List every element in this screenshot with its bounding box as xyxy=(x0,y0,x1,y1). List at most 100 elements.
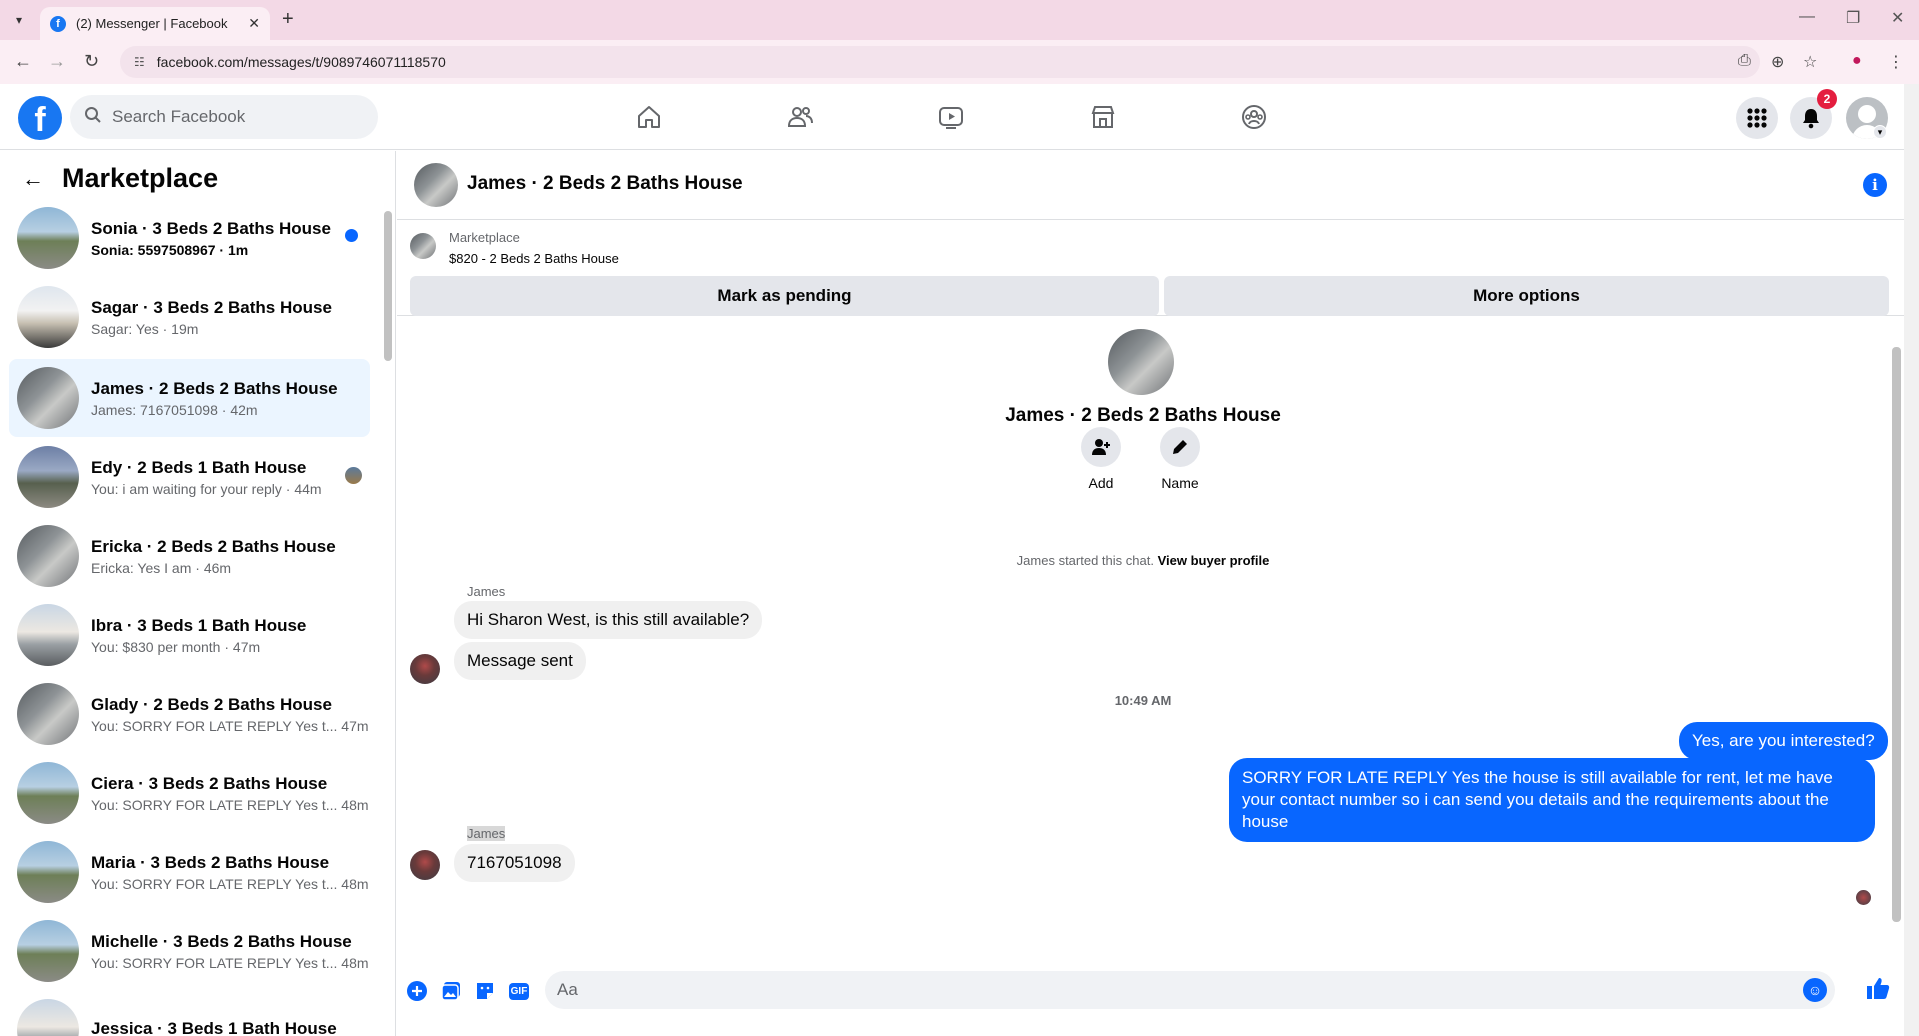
tab-search-chevron-icon[interactable]: ▾ xyxy=(8,10,30,30)
friends-icon[interactable] xyxy=(780,98,820,136)
sender-avatar[interactable] xyxy=(410,654,440,684)
reload-icon[interactable]: ↻ xyxy=(84,51,99,72)
more-options-button[interactable]: More options xyxy=(1164,276,1889,316)
listing-thumbnail xyxy=(17,999,79,1036)
new-tab-icon[interactable]: + xyxy=(282,8,294,31)
name-action[interactable]: Name xyxy=(1150,427,1210,491)
marketplace-listing-bar: Marketplace $820 - 2 Beds 2 Baths House … xyxy=(397,221,1904,316)
chat-title[interactable]: James · 2 Beds 2 Baths House xyxy=(467,173,743,195)
conversation-name: Jessica · 3 Beds 1 Bath House xyxy=(91,1018,337,1036)
listing-thumbnail xyxy=(17,604,79,666)
sender-name: James xyxy=(467,826,506,841)
forward-icon[interactable]: → xyxy=(48,51,66,72)
conversation-item[interactable]: Michelle · 3 Beds 2 Baths House You: SOR… xyxy=(9,912,370,990)
seen-avatar xyxy=(345,467,362,484)
incoming-message[interactable]: Hi Sharon West, is this still available? xyxy=(454,601,763,639)
add-person-icon[interactable] xyxy=(1081,427,1121,467)
thumbs-up-icon[interactable] xyxy=(1865,975,1891,1008)
view-buyer-profile-link[interactable]: View buyer profile xyxy=(1158,553,1270,568)
conversation-name: Ibra · 3 Beds 1 Bath House xyxy=(91,615,307,635)
conversation-preview: Ericka: Yes I am · 46m xyxy=(91,559,232,576)
zoom-icon[interactable]: ⊕ xyxy=(1771,52,1784,72)
minimize-icon[interactable]: — xyxy=(1799,8,1815,26)
sticker-icon[interactable] xyxy=(473,979,497,1003)
sender-avatar[interactable] xyxy=(410,850,440,880)
tab-title: (2) Messenger | Facebook xyxy=(76,16,228,31)
page-scrollbar[interactable] xyxy=(1904,84,1919,1036)
facebook-favicon-icon: f xyxy=(50,15,66,32)
browser-tab-strip: ▾ f (2) Messenger | Facebook ✕ + — ❐ ✕ xyxy=(0,0,1919,40)
conversation-preview: You: $830 per month · 47m xyxy=(91,638,261,655)
watch-icon[interactable] xyxy=(931,98,971,136)
marketplace-label: Marketplace xyxy=(449,230,520,245)
sidebar-scrollbar[interactable] xyxy=(381,211,393,1031)
listing-title[interactable]: $820 - 2 Beds 2 Baths House xyxy=(449,251,619,266)
groups-icon[interactable] xyxy=(1234,98,1274,136)
conversation-name: Sonia · 3 Beds 2 Baths House xyxy=(91,218,331,238)
conversation-item[interactable]: Sagar · 3 Beds 2 Baths House Sagar: Yes … xyxy=(9,278,370,356)
listing-thumbnail xyxy=(17,367,79,429)
pencil-icon[interactable] xyxy=(1160,427,1200,467)
message-input[interactable] xyxy=(557,980,1757,1000)
chat-scrollbar[interactable] xyxy=(1889,317,1904,957)
mark-as-pending-button[interactable]: Mark as pending xyxy=(410,276,1159,316)
close-window-icon[interactable]: ✕ xyxy=(1891,8,1904,28)
conversation-item[interactable]: Ibra · 3 Beds 1 Bath House You: $830 per… xyxy=(9,596,370,674)
chat-header: James · 2 Beds 2 Baths House i xyxy=(397,151,1904,220)
conversation-sidebar: ← Marketplace Sonia · 3 Beds 2 Baths Hou… xyxy=(0,151,396,1036)
conversation-item-active[interactable]: James · 2 Beds 2 Baths House James: 7167… xyxy=(9,359,370,437)
conversation-item[interactable]: Edy · 2 Beds 1 Bath House You: i am wait… xyxy=(9,438,370,516)
bookmark-star-icon[interactable]: ☆ xyxy=(1803,52,1817,72)
message-composer: GIF ☺ xyxy=(397,957,1904,1036)
sender-name: James xyxy=(467,584,506,599)
photo-icon[interactable] xyxy=(439,979,463,1003)
facebook-logo-icon[interactable]: f xyxy=(18,96,62,140)
chevron-down-icon[interactable]: ▾ xyxy=(1873,125,1887,139)
sidebar-header: ← Marketplace xyxy=(22,163,218,194)
close-tab-icon[interactable]: ✕ xyxy=(248,15,260,32)
home-icon[interactable] xyxy=(629,98,669,136)
install-app-icon[interactable]: ⎙ xyxy=(1738,52,1751,70)
back-arrow-icon[interactable]: ← xyxy=(22,166,44,192)
incoming-message[interactable]: Message sent xyxy=(454,642,586,680)
back-icon[interactable]: ← xyxy=(14,51,32,72)
listing-thumbnail[interactable] xyxy=(410,233,436,259)
search-input[interactable] xyxy=(112,107,352,127)
conversation-item[interactable]: Jessica · 3 Beds 1 Bath House xyxy=(9,991,370,1036)
restore-icon[interactable]: ❐ xyxy=(1846,8,1860,28)
conversation-name: Michelle · 3 Beds 2 Baths House xyxy=(91,931,352,951)
browser-tab[interactable]: f (2) Messenger | Facebook ✕ xyxy=(40,7,270,40)
outgoing-message[interactable]: SORRY FOR LATE REPLY Yes the house is st… xyxy=(1229,758,1875,843)
browser-menu-icon[interactable]: ⋮ xyxy=(1888,52,1904,72)
address-bar[interactable]: ☷ facebook.com/messages/t/90897460711185… xyxy=(120,46,1760,78)
outgoing-message[interactable]: Yes, are you interested? xyxy=(1679,722,1888,760)
menu-grid-icon[interactable] xyxy=(1736,97,1778,139)
add-label: Add xyxy=(1088,475,1114,491)
plus-icon[interactable] xyxy=(405,979,429,1003)
info-icon[interactable]: i xyxy=(1863,173,1887,197)
message-input-box[interactable]: ☺ xyxy=(545,971,1835,1009)
conversation-name: Sagar · 3 Beds 2 Baths House xyxy=(91,297,332,317)
chat-panel: James · 2 Beds 2 Baths House i Marketpla… xyxy=(397,151,1904,1036)
conversation-preview: James: 7167051098 · 42m xyxy=(91,401,258,418)
marketplace-icon[interactable] xyxy=(1083,98,1123,136)
notification-badge: 2 xyxy=(1817,89,1837,109)
conversation-item[interactable]: Ciera · 3 Beds 2 Baths House You: SORRY … xyxy=(9,754,370,832)
conversation-item[interactable]: Glady · 2 Beds 2 Baths House You: SORRY … xyxy=(9,675,370,753)
conversation-item[interactable]: Ericka · 2 Beds 2 Baths House Ericka: Ye… xyxy=(9,517,370,595)
emoji-icon[interactable]: ☺ xyxy=(1803,978,1827,1002)
search-box[interactable] xyxy=(70,95,378,139)
browser-profile-icon[interactable]: ● xyxy=(1852,52,1862,70)
incoming-message[interactable]: 7167051098 xyxy=(454,844,575,882)
conversation-preview: You: SORRY FOR LATE REPLY Yes t... 48m xyxy=(91,875,369,892)
conversation-name: Edy · 2 Beds 1 Bath House xyxy=(91,457,307,477)
conversation-item[interactable]: Sonia · 3 Beds 2 Baths House Sonia: 5597… xyxy=(9,199,370,277)
add-action[interactable]: Add xyxy=(1071,427,1131,491)
listing-thumbnail xyxy=(17,446,79,508)
site-info-icon[interactable]: ☷ xyxy=(134,55,145,69)
chat-avatar[interactable] xyxy=(414,163,458,207)
gif-icon[interactable]: GIF xyxy=(507,979,531,1003)
conversation-item[interactable]: Maria · 3 Beds 2 Baths House You: SORRY … xyxy=(9,833,370,911)
intro-title: James · 2 Beds 2 Baths House xyxy=(1005,405,1281,426)
listing-thumbnail xyxy=(17,525,79,587)
